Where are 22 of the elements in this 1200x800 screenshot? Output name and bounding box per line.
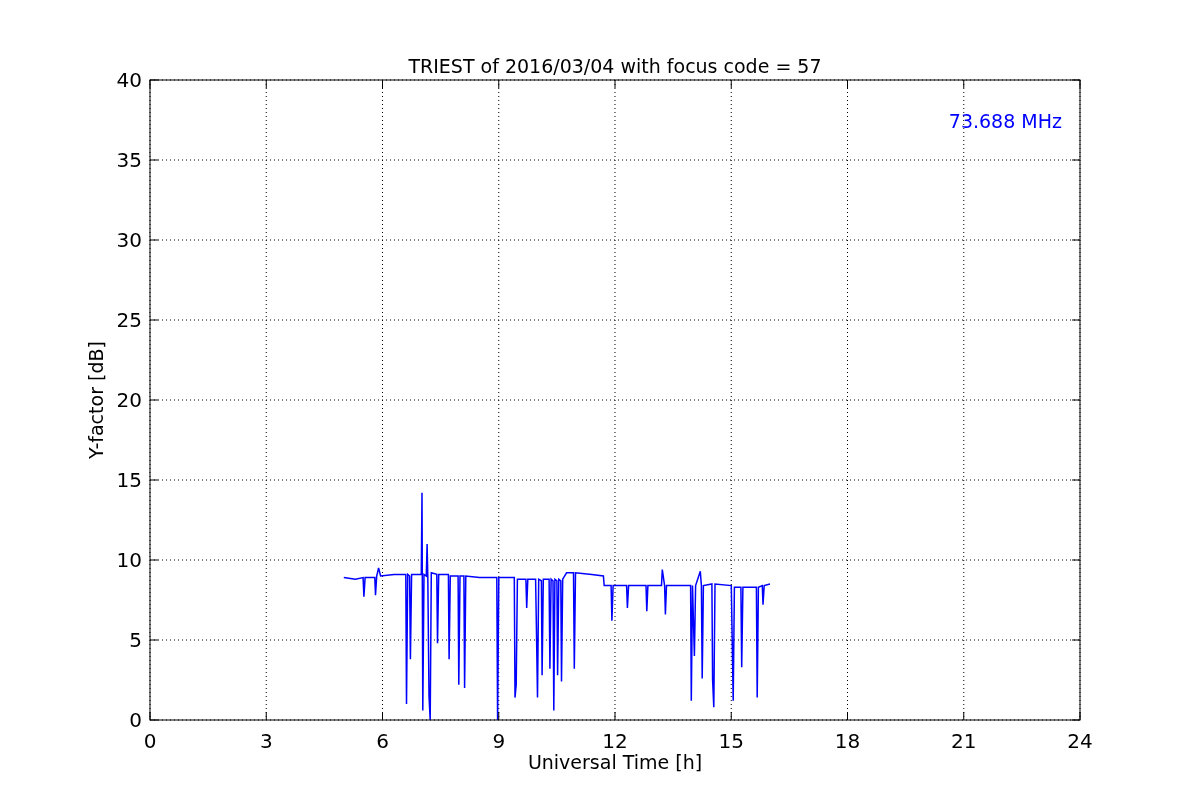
x-tick-label: 12 — [602, 729, 628, 753]
chart-title: TRIEST of 2016/03/04 with focus code = 57 — [408, 55, 822, 77]
y-tick-label: 20 — [116, 388, 142, 412]
legend-label: 73.688 MHz — [948, 110, 1062, 132]
x-tick-label: 6 — [376, 729, 389, 753]
x-tick-label: 0 — [143, 729, 157, 753]
x-tick-label: 18 — [834, 729, 861, 753]
y-tick-label: 25 — [116, 308, 142, 332]
y-tick-label: 40 — [116, 68, 142, 92]
x-tick-label: 15 — [718, 729, 744, 753]
y-tick-label: 15 — [116, 468, 142, 492]
y-axis-label: Y-factor [dB] — [85, 341, 107, 459]
y-tick-label: 0 — [129, 708, 142, 732]
x-tick-label: 3 — [259, 729, 273, 753]
y-tick-label: 30 — [116, 228, 142, 252]
y-tick-label: 35 — [116, 148, 142, 172]
y-tick-label: 10 — [116, 548, 142, 572]
x-tick-label: 24 — [1067, 729, 1093, 753]
x-tick-label: 9 — [492, 729, 506, 753]
x-axis-label: Universal Time [h] — [527, 751, 703, 773]
y-tick-label: 5 — [129, 628, 142, 652]
x-tick-label: 21 — [951, 729, 977, 753]
